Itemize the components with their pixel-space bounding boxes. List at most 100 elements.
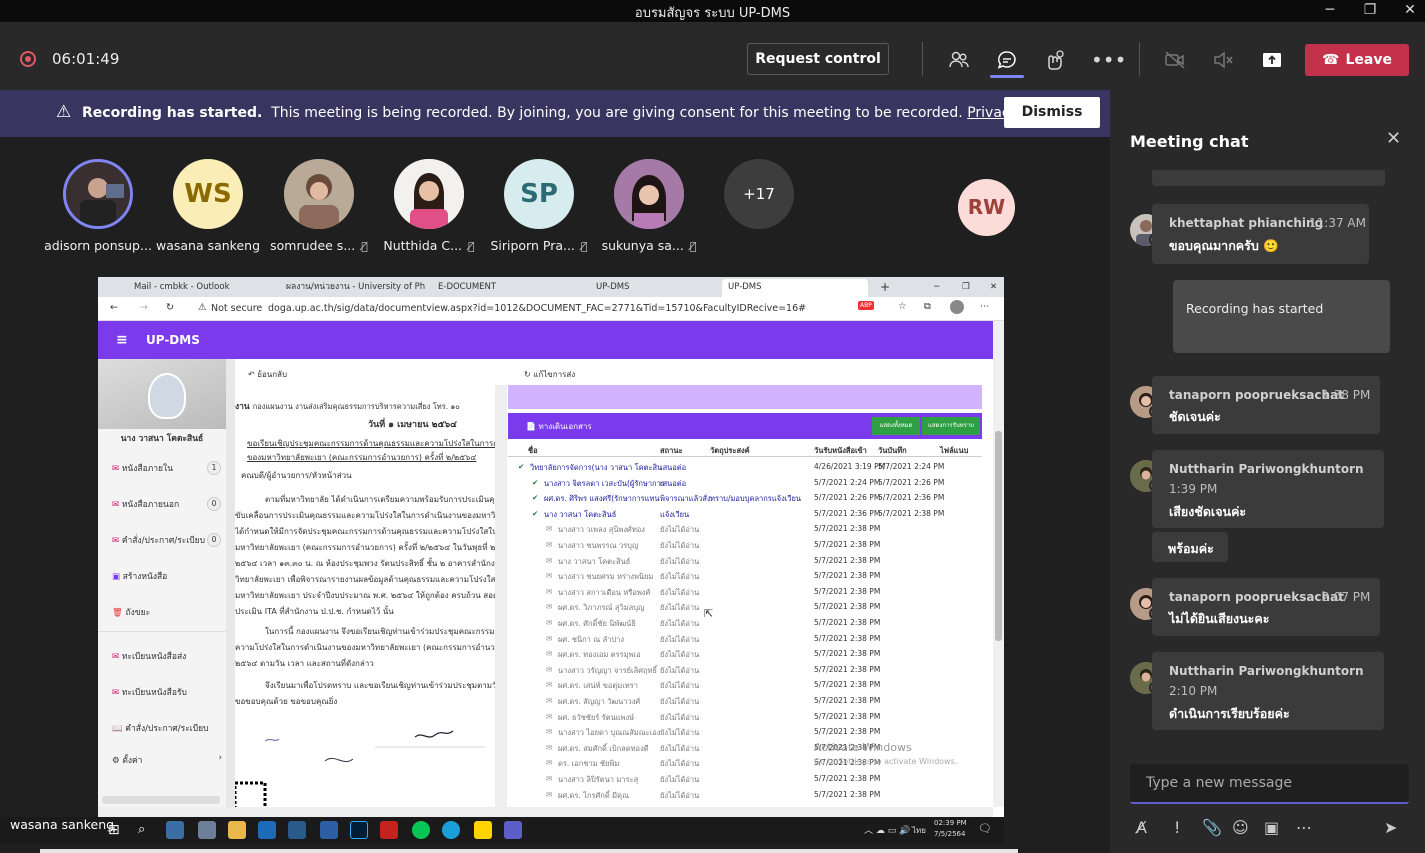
chat-message[interactable]: tanaporn pooprueksachat 2:07 PM ไม่ได้ยิ… bbox=[1152, 578, 1380, 636]
nav-sent-register[interactable]: ✉ ทะเบียนหนังสือส่ง bbox=[112, 649, 186, 665]
request-control-button[interactable]: Request control bbox=[747, 43, 889, 75]
avatar-rw[interactable]: RW bbox=[958, 179, 1015, 236]
collections-icon[interactable]: ⧉ bbox=[924, 301, 931, 312]
line-icon[interactable] bbox=[412, 821, 430, 839]
table-row[interactable]: ✉ นางสาว ไอยดา บุณณสัมณะเอง ยังไม่ได้อ่าน 5… bbox=[508, 724, 982, 740]
speaker-muted-icon[interactable] bbox=[1212, 49, 1234, 71]
input-language[interactable]: ไทย bbox=[912, 824, 926, 837]
table-row[interactable]: ✉ ผศ.ดร. ไกรศักดิ์ มีคุณ ยังไม่ได้อ่าน 5/7/… bbox=[508, 787, 982, 803]
table-row[interactable]: ✉ นางสาว สกาวเดือน หรือพงศ์ ยังไม่ได้อ่าน 5… bbox=[508, 584, 982, 600]
forward-arrow-icon[interactable]: → bbox=[140, 302, 148, 313]
table-row[interactable]: ✔ นาง วาสนา โคตะสินธ์ แจ้งเวียน 5/7/2021 2:… bbox=[508, 506, 982, 522]
app-icon[interactable] bbox=[198, 821, 216, 839]
participant-tile[interactable]: adisorn ponsup... bbox=[38, 159, 158, 253]
participant-tile[interactable]: SP Siriporn Pra... 🎙̸ bbox=[479, 159, 599, 253]
table-row[interactable]: ✔ ผศ.ดร. ศิริพร แสงศรี(รักษาการแทน พิจารณา… bbox=[508, 490, 982, 506]
adblock-icon[interactable]: ABP bbox=[858, 301, 874, 310]
table-row[interactable]: ✉ ผศ.ดร. ทองเอม ตรรมุพเอ ยังไม่ได้อ่าน 5/7/… bbox=[508, 646, 982, 662]
back-link[interactable]: ↶ ย้อนกลับ bbox=[248, 368, 287, 381]
message-input[interactable]: Type a new message bbox=[1130, 764, 1409, 804]
chat-message[interactable]: tanaporn pooprueksachat 1:38 PM ชัดเจนค่… bbox=[1152, 376, 1380, 434]
sidebar-scrollbar[interactable] bbox=[226, 359, 235, 807]
table-row[interactable]: ✉ นางสาว ชนยศรม หร่างพนิยม ยังไม่ได้อ่าน 5/… bbox=[508, 568, 982, 584]
profile-icon[interactable] bbox=[950, 300, 964, 314]
app-icon[interactable] bbox=[288, 821, 306, 839]
more-options-icon[interactable]: ••• bbox=[1091, 49, 1126, 71]
chat-icon[interactable] bbox=[990, 49, 1024, 78]
tray-icons[interactable]: ︿ ☁ ▭ 🔊 bbox=[864, 823, 910, 836]
back-arrow-icon[interactable]: ← bbox=[110, 302, 118, 313]
table-row[interactable]: ✉ ผศ. ชนิกา ณ ลำปาง ยังไม่ได้อ่าน 5/7/2021 … bbox=[508, 631, 982, 647]
nav-create-letter[interactable]: ▣ สร้างหนังสือ bbox=[112, 569, 167, 585]
table-row[interactable]: ✉ ผศ.ดร. สัญญา วัฒนาวงศ์ ยังไม่ได้อ่าน 5/7/… bbox=[508, 693, 982, 709]
minimize-icon[interactable]: ─ bbox=[1310, 0, 1350, 22]
browser-tab[interactable]: ผลงาน/หน่วยงาน - University of Ph bbox=[280, 279, 428, 297]
notification-icon[interactable]: 🗨 bbox=[978, 822, 992, 835]
teams-icon[interactable] bbox=[504, 821, 522, 839]
search-icon[interactable]: ⌕ bbox=[138, 822, 145, 837]
more-icon[interactable]: ⋯ bbox=[980, 301, 990, 312]
chat-message[interactable]: Nuttharin Pariwongkhuntorn 1:39 PM เสียง… bbox=[1152, 450, 1384, 528]
browser-tab[interactable]: Mail - cmbkk - Outlook bbox=[128, 279, 276, 297]
overflow-participants-button[interactable]: +17 bbox=[699, 159, 819, 229]
nav-trash[interactable]: 🗑 ถังขยะ bbox=[112, 605, 150, 621]
task-view-icon[interactable] bbox=[166, 821, 184, 839]
nav-received-register[interactable]: ✉ ทะเบียนหนังสือรับ bbox=[112, 685, 187, 701]
important-icon[interactable]: ! bbox=[1174, 818, 1180, 837]
browser-tab[interactable]: UP-DMS bbox=[590, 279, 710, 297]
maximize-icon[interactable]: ❐ bbox=[1350, 0, 1390, 22]
bottom-scrollbar[interactable] bbox=[40, 849, 1018, 853]
horizontal-scrollbar[interactable] bbox=[98, 807, 993, 817]
maximize-icon[interactable]: ❐ bbox=[956, 279, 972, 297]
chat-message[interactable]: khettaphat phianching 11:37 AM ขอบคุณมาก… bbox=[1152, 204, 1369, 264]
participants-icon[interactable] bbox=[948, 49, 970, 71]
close-icon[interactable]: ✕ bbox=[984, 279, 1000, 297]
table-row[interactable]: ✉ ผศ. ธวัชชัยร์ รัตนแพงษ์ ยังไม่ได้อ่าน 5/7… bbox=[508, 709, 982, 725]
page-scrollbar[interactable] bbox=[993, 321, 1004, 807]
edit-send-link[interactable]: ↻ แก้ไขการส่ง bbox=[524, 368, 575, 381]
minimize-icon[interactable]: ─ bbox=[928, 279, 944, 297]
nav-orders-register[interactable]: 📖 คำสั่ง/ประกาศ/ระเบียบ bbox=[112, 721, 208, 737]
chat-message[interactable]: Nuttharin Pariwongkhuntorn 2:10 PM ดำเนิ… bbox=[1152, 652, 1384, 730]
table-row[interactable]: ✉ นางสาว ลิปิรัตนา มาระสุ ยังไม่ได้อ่าน 5/7… bbox=[508, 771, 982, 787]
file-explorer-icon[interactable] bbox=[228, 821, 246, 839]
dismiss-button[interactable]: Dismiss bbox=[1004, 97, 1100, 128]
browser-tab[interactable]: E-DOCUMENT bbox=[432, 279, 568, 297]
table-row[interactable]: ✉ นางสาว วรัญญา จารย์เลิศฤทธิ์ ยังไม่ได้อ่… bbox=[508, 662, 982, 678]
participant-tile[interactable]: Nutthida C... 🎙̸ bbox=[369, 159, 489, 253]
table-row[interactable]: ✉ ผศ.ดร. ศักดิ์ชัย นิพัฒน์ธิ ยังไม่ได้อ่าน… bbox=[508, 615, 982, 631]
nav-external-letters[interactable]: ✉ หนังสือภายนอก 0 bbox=[112, 497, 224, 513]
camera-off-icon[interactable] bbox=[1164, 49, 1186, 71]
participant-tile[interactable]: WS wasana sankeng bbox=[148, 159, 268, 253]
hamburger-menu-icon[interactable]: ≡ bbox=[116, 332, 128, 348]
table-row[interactable]: ✉ นาง วาสนา โคตะสินธ์ ยังไม่ได้อ่าน 5/7/202… bbox=[508, 553, 982, 569]
browser-tab-active[interactable]: UP-DMS bbox=[722, 279, 868, 297]
show-all-button[interactable]: แสดงทั้งหมด bbox=[872, 417, 920, 435]
table-row[interactable]: ✉ นางสาว วเพลง สุนิพงศ์ทอง ยังไม่ได้อ่าน 5/… bbox=[508, 521, 982, 537]
table-row[interactable]: ✉ ผศ.ดร. วิภาภรณ์ สุวิมลบุญ ยังไม่ได้อ่าน 5… bbox=[508, 599, 982, 615]
acrobat-icon[interactable] bbox=[380, 821, 398, 839]
table-row[interactable]: ✔ วิทยาลัยการจัดการ(นาง วาสนา โคตะสิน เสนอ… bbox=[508, 459, 982, 475]
emoji-icon[interactable]: ☺ bbox=[1232, 818, 1249, 837]
table-row[interactable]: ✔ นางสาว จิตรลดา เวสะบัน(ผู้รักษาการ เสนอต… bbox=[508, 475, 982, 491]
send-icon[interactable]: ➤ bbox=[1384, 818, 1397, 837]
table-row[interactable]: ✉ นางสาว ชนพรรณ วรบุญ ยังไม่ได้อ่าน 5/7/202… bbox=[508, 537, 982, 553]
app-icon[interactable] bbox=[258, 821, 276, 839]
new-tab-icon[interactable]: + bbox=[874, 279, 894, 297]
url-field[interactable]: doga.up.ac.th/sig/data/documentview.aspx… bbox=[268, 303, 806, 314]
nav-settings[interactable]: ⚙ ตั้งค่า › bbox=[112, 753, 224, 769]
reactions-icon[interactable] bbox=[1043, 49, 1065, 71]
word-icon[interactable] bbox=[320, 821, 338, 839]
nav-internal-letters[interactable]: ✉ หนังสือภายใน 1 bbox=[112, 461, 224, 477]
more-options-icon[interactable]: ⋯ bbox=[1296, 818, 1312, 837]
reload-icon[interactable]: ↻ bbox=[166, 302, 174, 313]
favorites-icon[interactable]: ☆ bbox=[898, 301, 907, 312]
photoshop-icon[interactable] bbox=[350, 821, 368, 839]
scrollbar[interactable] bbox=[102, 796, 220, 804]
sticker-icon[interactable]: ▣ bbox=[1264, 818, 1279, 837]
participant-tile[interactable]: sukunya sa... 🎙̸ bbox=[589, 159, 709, 253]
show-ack-button[interactable]: แสดงการรับทราบ bbox=[922, 417, 980, 435]
format-icon[interactable]: A̸ bbox=[1136, 818, 1147, 837]
chat-message[interactable]: พร้อมค่ะ bbox=[1152, 532, 1228, 562]
close-chat-icon[interactable]: ✕ bbox=[1386, 128, 1401, 149]
